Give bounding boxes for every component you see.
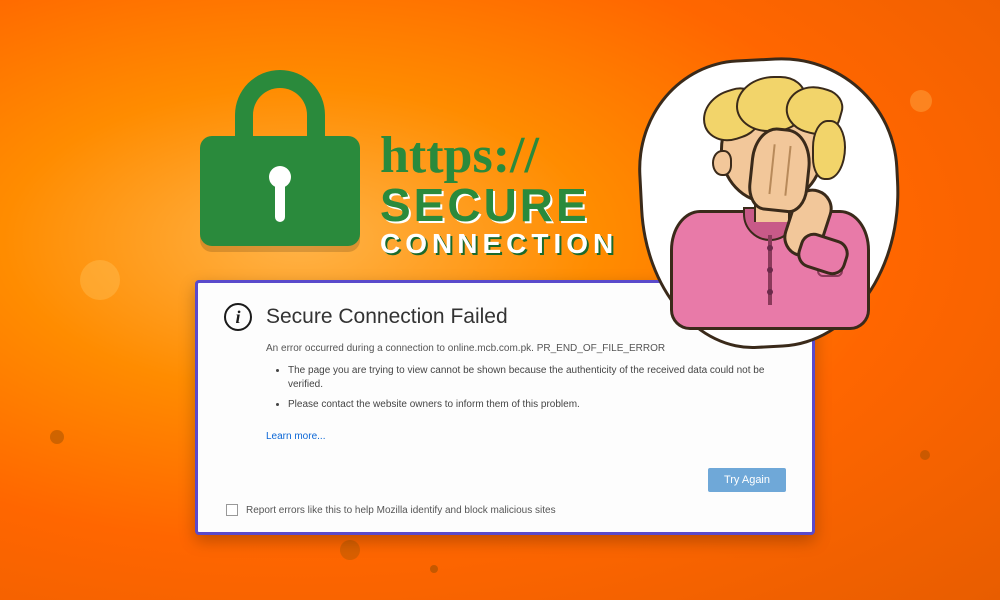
bg-blob	[920, 450, 930, 460]
report-errors-row: Report errors like this to help Mozilla …	[226, 504, 786, 516]
facepalm-character	[640, 58, 900, 348]
try-again-button[interactable]: Try Again	[708, 468, 786, 492]
padlock-icon	[200, 70, 360, 246]
bg-blob	[340, 540, 360, 560]
dialog-bullet: Please contact the website owners to inf…	[288, 398, 786, 412]
secure-connection-heading: https:// SECURE CONNECTION	[380, 130, 618, 258]
dialog-title: Secure Connection Failed	[266, 305, 508, 329]
dialog-bullet: The page you are trying to view cannot b…	[288, 364, 786, 392]
bg-blob	[50, 430, 64, 444]
secure-text: SECURE	[380, 182, 618, 228]
report-errors-label: Report errors like this to help Mozilla …	[246, 505, 556, 516]
learn-more-link[interactable]: Learn more...	[266, 431, 325, 442]
bg-blob	[910, 90, 932, 112]
connection-text: CONNECTION	[380, 230, 618, 258]
bg-blob	[80, 260, 120, 300]
report-errors-checkbox[interactable]	[226, 504, 238, 516]
dialog-footer: Try Again	[224, 468, 786, 492]
dialog-bullet-list: The page you are trying to view cannot b…	[288, 364, 786, 412]
info-icon: i	[224, 303, 252, 331]
https-text: https://	[380, 130, 618, 182]
bg-blob	[430, 565, 438, 573]
